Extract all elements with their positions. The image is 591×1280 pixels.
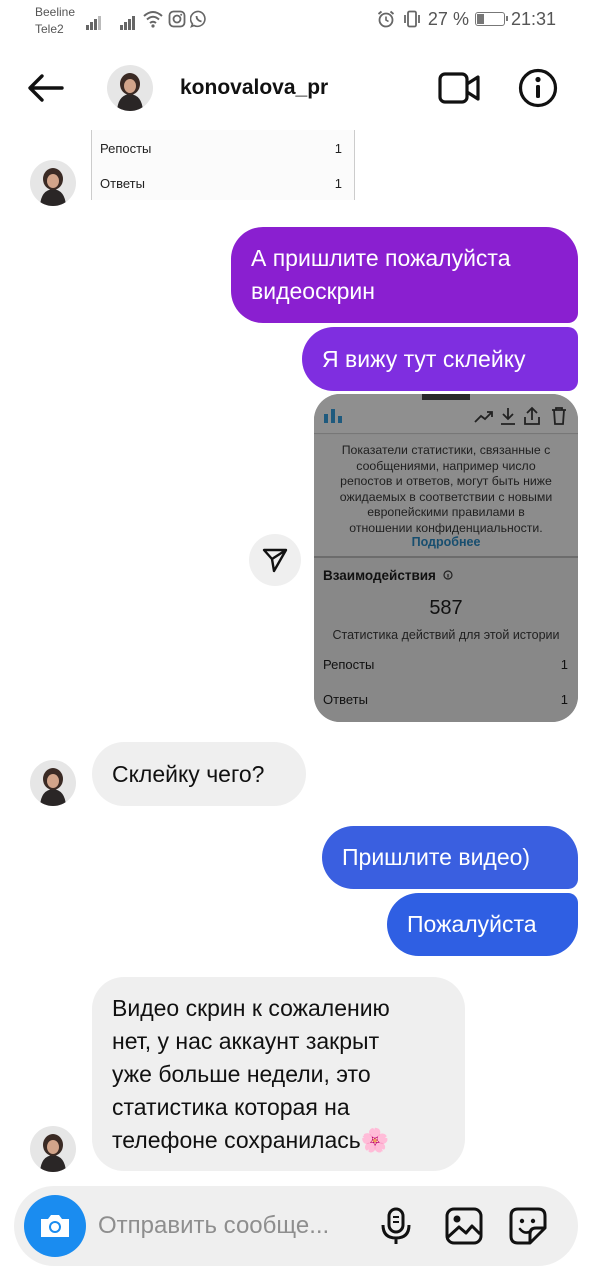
stat-value: 1	[560, 692, 568, 707]
battery-percent: 27 %	[427, 8, 469, 29]
sender-avatar[interactable]	[30, 1126, 76, 1172]
message-composer	[14, 1186, 578, 1266]
chat-header: konovalova_pr	[0, 52, 591, 124]
message-text: телефоне сохранилась🌸	[112, 1126, 390, 1153]
message-text: Пришлите видео)	[342, 844, 531, 870]
learn-more-link: Подробнее	[411, 535, 481, 549]
stat-row: Репосты 1	[100, 141, 342, 156]
battery-icon	[474, 12, 508, 26]
stat-row: Ответы 1	[100, 176, 342, 191]
upload-icon	[524, 406, 540, 425]
share-icon	[262, 548, 288, 573]
interactions-caption: Статистика действий для этой истории	[332, 628, 560, 642]
privacy-notice: Показатели статистики, связанные с сообщ…	[326, 443, 566, 536]
interactions-total: 587	[429, 597, 463, 619]
microphone-button[interactable]	[376, 1206, 416, 1246]
notice-line: репостов и ответов, могут быть ниже	[340, 474, 552, 488]
notice-line: европейскими правилами в	[367, 505, 525, 519]
status-right: 27 % 21:31	[376, 8, 556, 30]
message-bubble-incoming[interactable]: Видео скрин к сожалению нет, у нас аккау…	[92, 977, 465, 1171]
share-button[interactable]	[249, 534, 301, 586]
camera-icon	[41, 1215, 69, 1237]
notice-line: сообщениями, например число	[356, 458, 536, 473]
message-text: Я вижу тут склейку	[322, 345, 526, 372]
stat-row: Ответы 1	[323, 692, 568, 707]
bar-chart-icon	[324, 409, 342, 423]
notice-line: ожидаемых в соответствии с новыми	[339, 489, 553, 504]
download-icon	[501, 408, 515, 425]
message-bubble-outgoing[interactable]: А пришлите пожалуйста видеоскрин	[231, 227, 578, 323]
message-bubble-outgoing[interactable]: Пришлите видео)	[322, 826, 578, 889]
whatsapp-icon	[190, 10, 206, 28]
wifi-icon	[143, 11, 163, 28]
section-title-text: Взаимодействия	[323, 568, 436, 583]
stat-value: 1	[334, 141, 342, 156]
sender-avatar[interactable]	[30, 160, 76, 206]
message-input[interactable]	[98, 1209, 368, 1243]
back-arrow-icon	[28, 74, 64, 102]
stat-label: Ответы	[323, 692, 368, 707]
signal-2-icon	[120, 16, 135, 30]
message-text: видеоскрин	[251, 278, 375, 304]
sticker-icon	[509, 1207, 547, 1245]
notice-line: отношении конфиденциальности.	[349, 520, 543, 535]
carrier-1: Beeline	[35, 5, 76, 19]
interactions-title: Взаимодействия	[323, 568, 453, 583]
message-text: Склейку чего?	[112, 760, 265, 787]
header-avatar[interactable]	[107, 65, 153, 111]
message-text: А пришлите пожалуйста	[251, 245, 511, 271]
sticker-button[interactable]	[508, 1206, 548, 1246]
message-text: уже больше недели, это	[112, 1060, 371, 1087]
stat-label: Репосты	[100, 141, 152, 156]
back-button[interactable]	[24, 68, 68, 108]
shared-screenshot-image[interactable]: Показатели статистики, связанные с сообщ…	[314, 394, 578, 722]
trash-icon	[552, 407, 566, 425]
message-bubble-outgoing[interactable]: Пожалуйста	[387, 893, 578, 956]
carrier-2: Tele2	[35, 22, 64, 36]
info-icon	[518, 68, 558, 108]
clock: 21:31	[510, 8, 556, 29]
message-text: Пожалуйста	[407, 911, 537, 937]
trend-icon	[474, 411, 493, 423]
chat-username[interactable]: konovalova_pr	[180, 76, 328, 100]
stat-label: Ответы	[100, 176, 145, 191]
stat-label: Репосты	[323, 657, 375, 672]
quoted-stats-image[interactable]: Репосты 1 Ответы 1	[91, 130, 355, 200]
instagram-icon	[168, 10, 186, 28]
message-text: статистика которая на	[112, 1093, 350, 1120]
notice-line: Показатели статистики, связанные с	[341, 443, 551, 457]
gallery-icon	[445, 1207, 483, 1245]
message-text: Видео скрин к сожалению	[112, 994, 390, 1021]
status-left-icons	[86, 8, 216, 30]
video-call-button[interactable]	[437, 68, 483, 108]
message-text: нет, у нас аккаунт закрыт	[112, 1027, 380, 1054]
image-toolbar	[314, 394, 578, 434]
stat-value: 1	[334, 176, 342, 191]
vibrate-icon	[404, 10, 420, 28]
signal-1-icon	[86, 16, 101, 30]
message-bubble-outgoing[interactable]: Я вижу тут склейку	[302, 327, 578, 391]
info-small-icon	[443, 570, 453, 580]
stat-value: 1	[560, 657, 568, 672]
info-button[interactable]	[517, 67, 559, 109]
sender-avatar[interactable]	[30, 760, 76, 806]
microphone-icon	[381, 1207, 411, 1244]
alarm-icon	[377, 10, 394, 28]
video-call-icon	[438, 72, 480, 104]
message-bubble-incoming[interactable]: Склейку чего?	[92, 742, 306, 806]
camera-button[interactable]	[24, 1195, 86, 1257]
status-bar: Beeline Tele2 27 % 21:31	[0, 0, 591, 44]
stat-row: Репосты 1	[323, 657, 568, 672]
gallery-button[interactable]	[444, 1206, 484, 1246]
carrier-names: Beeline Tele2	[35, 4, 75, 38]
